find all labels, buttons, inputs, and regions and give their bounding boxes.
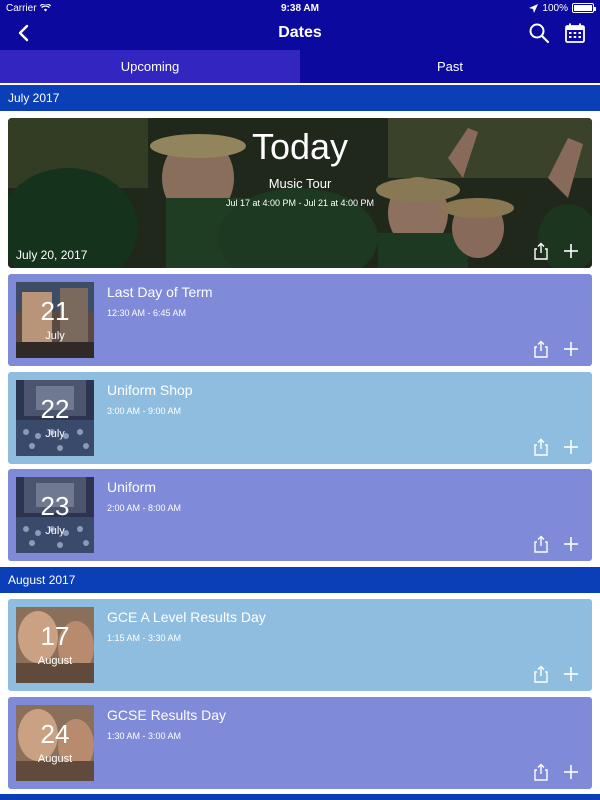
share-icon[interactable] — [532, 242, 550, 260]
add-icon[interactable] — [562, 665, 580, 683]
next-section-header-edge — [0, 794, 600, 800]
back-chevron-icon[interactable] — [14, 22, 36, 44]
event-title: Uniform Shop — [107, 382, 193, 398]
event-day: 22 — [40, 394, 70, 424]
featured-event-range: Jul 17 at 4:00 PM - Jul 21 at 4:00 PM — [225, 198, 375, 208]
event-day: 17 — [40, 621, 70, 651]
today-badge: Today — [251, 126, 349, 167]
event-card[interactable]: 23 July Uniform 2:00 AM - 8:00 AM — [8, 469, 592, 561]
status-bar: Carrier 9:38 AM 100% — [0, 0, 600, 16]
event-month: July — [45, 428, 65, 440]
event-month: August — [37, 753, 73, 765]
tab-upcoming[interactable]: Upcoming — [0, 50, 300, 83]
event-thumbnail: 21 July — [16, 282, 94, 358]
featured-event-date: July 20, 2017 — [16, 248, 88, 262]
event-day: 24 — [40, 719, 70, 749]
event-time: 1:30 AM - 3:00 AM — [107, 731, 182, 741]
event-time: 3:00 AM - 9:00 AM — [107, 406, 182, 416]
event-card[interactable]: 21 July Last Day of Term 12:30 AM - 6:45… — [8, 274, 592, 366]
calendar-icon[interactable] — [564, 22, 586, 44]
featured-event-card[interactable]: Today Music Tour Jul 17 at 4:00 PM - Jul… — [8, 118, 592, 268]
status-time: 9:38 AM — [281, 2, 319, 14]
add-icon[interactable] — [562, 242, 580, 260]
event-thumbnail: 17 August — [16, 607, 94, 683]
add-icon[interactable] — [562, 763, 580, 781]
event-card[interactable]: 17 August GCE A Level Results Day 1:15 A… — [8, 599, 592, 691]
event-title: Last Day of Term — [107, 284, 213, 300]
event-title: Uniform — [107, 479, 157, 495]
page-title: Dates — [278, 24, 322, 41]
event-time: 12:30 AM - 6:45 AM — [107, 308, 187, 318]
battery-icon — [572, 3, 596, 13]
event-card[interactable]: 22 July Uniform Shop 3:00 AM - 9:00 AM — [8, 372, 592, 464]
share-icon[interactable] — [532, 665, 550, 683]
search-icon[interactable] — [528, 22, 550, 44]
section-header-august: August 2017 — [0, 567, 600, 593]
share-icon[interactable] — [532, 763, 550, 781]
segment-tabs: Upcoming Past — [0, 50, 600, 83]
share-icon[interactable] — [532, 340, 550, 358]
share-icon[interactable] — [532, 535, 550, 553]
event-month: August — [37, 655, 73, 667]
event-thumbnail: 24 August — [16, 705, 94, 781]
event-title: GCSE Results Day — [107, 707, 227, 723]
event-time: 2:00 AM - 8:00 AM — [107, 503, 182, 513]
event-card[interactable]: 24 August GCSE Results Day 1:30 AM - 3:0… — [8, 697, 592, 789]
add-icon[interactable] — [562, 340, 580, 358]
event-day: 21 — [40, 296, 70, 326]
event-month: July — [45, 525, 65, 537]
featured-event-title: Music Tour — [268, 176, 332, 191]
event-title: GCE A Level Results Day — [107, 609, 266, 625]
nav-bar: Dates — [0, 16, 600, 50]
event-day: 23 — [40, 491, 70, 521]
share-icon[interactable] — [532, 438, 550, 456]
section-header-july: July 2017 — [0, 85, 600, 111]
event-month: July — [45, 330, 65, 342]
event-thumbnail: 23 July — [16, 477, 94, 553]
event-time: 1:15 AM - 3:30 AM — [107, 633, 182, 643]
tab-past[interactable]: Past — [300, 50, 600, 83]
add-icon[interactable] — [562, 535, 580, 553]
add-icon[interactable] — [562, 438, 580, 456]
event-thumbnail: 22 July — [16, 380, 94, 456]
